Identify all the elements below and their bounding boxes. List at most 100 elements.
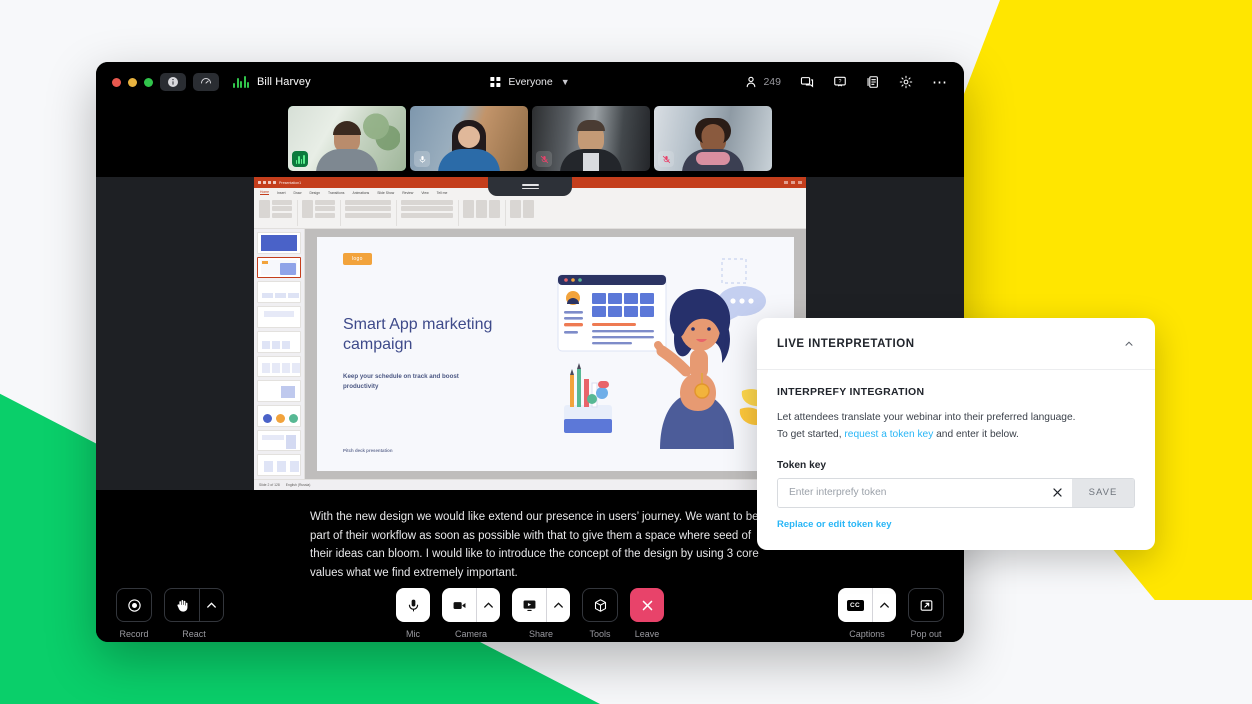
mic-icon xyxy=(396,588,430,622)
slide-thumbnail[interactable] xyxy=(257,232,301,254)
panel-title: LIVE INTERPRETATION xyxy=(777,337,915,350)
slide-thumbnail[interactable] xyxy=(257,429,301,452)
ribbon-tab[interactable]: View xyxy=(421,191,428,195)
chevron-up-icon[interactable] xyxy=(1123,338,1135,350)
tools-button[interactable] xyxy=(582,588,618,622)
leave-control[interactable]: Leave xyxy=(630,588,664,639)
slide-thumbnail[interactable] xyxy=(257,404,301,427)
ribbon-tab[interactable]: Tell me xyxy=(437,191,448,195)
slide-counter: Slide 2 of 128 xyxy=(259,483,280,487)
captions-control[interactable]: CC Captions xyxy=(838,588,896,639)
maximize-window-button[interactable] xyxy=(144,77,153,87)
pop-out-icon xyxy=(909,589,943,621)
ribbon-tab[interactable]: Transitions xyxy=(328,191,344,195)
mic-button[interactable] xyxy=(396,588,430,622)
slide-footer: Pitch deck presentation xyxy=(343,448,393,453)
ribbon-group-paragraph[interactable] xyxy=(401,199,459,226)
slide-thumbnail[interactable] xyxy=(257,281,301,304)
info-icon[interactable] xyxy=(160,73,186,91)
share-button[interactable] xyxy=(512,588,570,622)
drag-handle[interactable] xyxy=(488,177,572,196)
camera-button[interactable] xyxy=(442,588,500,622)
share-screen-icon xyxy=(512,588,546,622)
popout-control[interactable]: Pop out xyxy=(908,588,944,639)
control-label: Captions xyxy=(849,629,885,639)
record-button[interactable] xyxy=(116,588,152,622)
close-window-button[interactable] xyxy=(112,77,121,87)
ribbon-tab[interactable]: Design xyxy=(309,191,320,195)
record-control[interactable]: Record xyxy=(116,588,152,639)
mic-muted-icon xyxy=(658,151,674,167)
window-traffic-lights[interactable] xyxy=(112,77,153,87)
camera-control[interactable]: Camera xyxy=(442,588,500,639)
replace-or-edit-token-key-link[interactable]: Replace or edit token key xyxy=(777,519,892,530)
chevron-up-icon[interactable] xyxy=(546,588,570,622)
chat-button[interactable] xyxy=(800,75,814,89)
control-label: Tools xyxy=(589,629,611,639)
powerpoint-ribbon[interactable] xyxy=(254,197,806,229)
save-button[interactable]: SAVE xyxy=(1072,478,1134,507)
slide-title: Smart App marketing campaign xyxy=(343,316,493,353)
close-x-icon xyxy=(630,588,664,622)
pop-out-button[interactable] xyxy=(908,588,944,622)
slide-thumbnail[interactable] xyxy=(257,454,301,477)
slide-canvas[interactable]: logo Smart App marketing campaign Keep y… xyxy=(305,229,806,479)
control-label: Camera xyxy=(454,629,487,639)
polls-button[interactable] xyxy=(866,75,880,89)
participants-button[interactable]: 249 xyxy=(744,75,781,89)
slide-thumbnail[interactable] xyxy=(257,256,301,279)
tools-control[interactable]: Tools xyxy=(582,588,618,639)
slide-thumbnail[interactable] xyxy=(257,380,301,402)
ribbon-tab[interactable]: Review xyxy=(402,191,413,195)
description-line-1: Let attendees translate your webinar int… xyxy=(777,412,1076,423)
ribbon-group-editing[interactable] xyxy=(510,199,539,226)
ribbon-tab[interactable]: Insert xyxy=(277,191,285,195)
panel-description: Let attendees translate your webinar int… xyxy=(777,410,1135,444)
share-control[interactable]: Share xyxy=(512,588,570,639)
ribbon-tab[interactable]: Animations xyxy=(352,191,369,195)
more-dots-icon[interactable]: ⋯ xyxy=(932,75,948,90)
layout-selector[interactable]: Everyone ▼ xyxy=(490,76,570,88)
network-quality-icon[interactable] xyxy=(193,73,219,91)
slide-thumbnail[interactable] xyxy=(257,306,301,328)
captions-button[interactable]: CC xyxy=(838,588,896,622)
token-key-input[interactable] xyxy=(778,478,1042,507)
powerpoint-doc-name: Presentation1 xyxy=(279,180,302,185)
ribbon-group-font[interactable] xyxy=(345,199,397,226)
participant-tile[interactable] xyxy=(532,106,650,171)
participant-tile[interactable] xyxy=(410,106,528,171)
ribbon-group-drawing[interactable] xyxy=(463,199,506,226)
ribbon-group-clipboard[interactable] xyxy=(259,199,298,226)
react-control[interactable]: React xyxy=(164,588,224,639)
slide-subtitle: Keep your schedule on track and boost pr… xyxy=(343,373,459,390)
slide-thumbnail-panel[interactable] xyxy=(254,229,305,479)
minimize-window-button[interactable] xyxy=(128,77,137,87)
mic-muted-icon xyxy=(536,151,552,167)
slide-logo-chip: logo xyxy=(343,253,372,265)
ribbon-group-slides[interactable] xyxy=(302,199,341,226)
mic-control[interactable]: Mic xyxy=(396,588,430,639)
ribbon-tab[interactable]: Home xyxy=(260,190,270,195)
gear-icon[interactable] xyxy=(899,75,913,89)
close-x-icon[interactable] xyxy=(1042,479,1072,507)
slide-thumbnail[interactable] xyxy=(257,355,301,378)
current-slide: logo Smart App marketing campaign Keep y… xyxy=(317,237,794,471)
participant-tile[interactable] xyxy=(288,106,406,171)
ribbon-tab[interactable]: Draw xyxy=(294,191,302,195)
control-group-right: CC Captions Pop out xyxy=(838,588,944,639)
host-name: Bill Harvey xyxy=(257,76,311,88)
ribbon-tab[interactable]: Slide Show xyxy=(377,191,394,195)
participant-tile[interactable] xyxy=(654,106,772,171)
request-token-key-link[interactable]: request a token key xyxy=(844,429,933,440)
qa-button[interactable]: ? xyxy=(833,75,847,89)
react-button[interactable] xyxy=(164,588,224,622)
cube-icon xyxy=(583,589,617,621)
participant-count: 249 xyxy=(763,76,781,88)
chevron-up-icon[interactable] xyxy=(476,588,500,622)
audio-level-icon xyxy=(233,76,249,88)
leave-button[interactable] xyxy=(630,588,664,622)
svg-text:?: ? xyxy=(839,79,842,85)
chevron-up-icon[interactable] xyxy=(872,588,896,622)
chevron-up-icon[interactable] xyxy=(199,589,223,621)
slide-thumbnail[interactable] xyxy=(257,330,301,353)
